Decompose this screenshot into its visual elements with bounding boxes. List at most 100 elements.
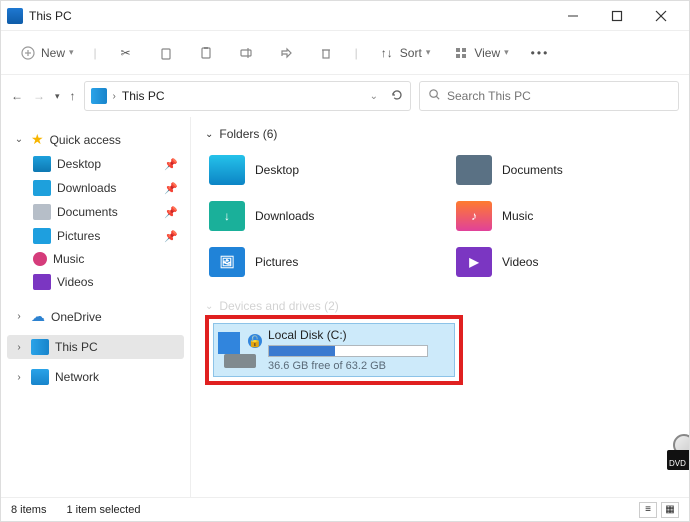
sidebar-item-documents[interactable]: Documents 📌 xyxy=(7,200,184,224)
chevron-down-icon: ▾ xyxy=(69,47,74,58)
network-icon xyxy=(31,369,49,385)
folder-tile-downloads[interactable]: ↓ Downloads xyxy=(205,197,428,235)
delete-button[interactable] xyxy=(309,40,343,66)
recent-locations-button[interactable]: ▾ xyxy=(55,91,60,102)
music-icon xyxy=(33,252,47,266)
status-selection-count: 1 item selected xyxy=(66,504,140,516)
paste-button[interactable] xyxy=(189,40,223,66)
pin-icon: 📌 xyxy=(164,182,178,195)
sidebar-item-label: Videos xyxy=(57,275,93,289)
documents-icon xyxy=(33,204,51,220)
sidebar-item-label: Quick access xyxy=(50,133,121,147)
chevron-down-icon[interactable]: ⌄ xyxy=(370,91,378,102)
main-pane: ⌄ Folders (6) Desktop Documents ↓ Downlo… xyxy=(191,117,689,497)
back-button[interactable]: ← xyxy=(11,89,23,103)
chevron-down-icon: ⌄ xyxy=(205,129,213,140)
copy-button[interactable] xyxy=(149,40,183,66)
sidebar-item-videos[interactable]: Videos xyxy=(7,270,184,294)
star-icon: ★ xyxy=(31,131,44,148)
more-icon: ••• xyxy=(531,46,550,60)
trash-icon xyxy=(317,44,335,62)
tiles-view-button[interactable]: ▦ xyxy=(661,502,679,518)
downloads-icon xyxy=(33,180,51,196)
app-icon xyxy=(7,8,23,24)
cloud-icon: ☁ xyxy=(31,308,45,325)
sidebar-item-downloads[interactable]: Downloads 📌 xyxy=(7,176,184,200)
tile-label: Desktop xyxy=(255,163,299,177)
title-bar: This PC xyxy=(1,1,689,31)
tile-label: Videos xyxy=(502,255,538,269)
rename-button[interactable] xyxy=(229,40,263,66)
sidebar-item-music[interactable]: Music xyxy=(7,248,184,270)
new-label: New xyxy=(41,46,65,60)
sidebar-item-label: Desktop xyxy=(57,157,101,171)
view-button[interactable]: View ▾ xyxy=(444,40,516,66)
view-icon xyxy=(452,44,470,62)
sidebar-item-this-pc[interactable]: › This PC xyxy=(7,335,184,359)
sidebar-item-onedrive[interactable]: › ☁ OneDrive xyxy=(7,304,184,329)
folder-tile-desktop[interactable]: Desktop xyxy=(205,151,428,189)
dvd-drive-icon: DVD xyxy=(661,434,685,470)
sidebar-item-desktop[interactable]: Desktop 📌 xyxy=(7,152,184,176)
sort-label: Sort xyxy=(400,46,422,60)
maximize-button[interactable] xyxy=(595,2,639,30)
sidebar-item-pictures[interactable]: Pictures 📌 xyxy=(7,224,184,248)
desktop-icon xyxy=(209,155,245,185)
folder-tile-videos[interactable]: ▶ Videos xyxy=(452,243,675,281)
search-icon xyxy=(428,88,441,104)
folder-tile-pictures[interactable]: 🖼 Pictures xyxy=(205,243,428,281)
pin-icon: 📌 xyxy=(164,158,178,171)
desktop-icon xyxy=(33,156,51,172)
new-button[interactable]: New ▾ xyxy=(11,40,82,66)
downloads-icon: ↓ xyxy=(209,201,245,231)
sidebar-item-label: OneDrive xyxy=(51,310,102,324)
pin-icon: 📌 xyxy=(164,206,178,219)
sort-button[interactable]: ↑↓ Sort ▾ xyxy=(370,40,439,66)
folder-tile-music[interactable]: ♪ Music xyxy=(452,197,675,235)
sidebar-item-label: Documents xyxy=(57,205,118,219)
copy-icon xyxy=(157,44,175,62)
chevron-down-icon: ⌄ xyxy=(205,301,213,312)
cut-button[interactable]: ✂ xyxy=(109,40,143,66)
group-label: Devices and drives (2) xyxy=(219,299,338,313)
chevron-right-icon: › xyxy=(13,311,25,322)
paste-icon xyxy=(197,44,215,62)
sidebar-item-label: Pictures xyxy=(57,229,100,243)
sidebar-item-quick-access[interactable]: ⌄ ★ Quick access xyxy=(7,127,184,152)
drive-free-text: 36.6 GB free of 63.2 GB xyxy=(268,360,450,372)
refresh-button[interactable] xyxy=(390,88,404,105)
folder-tile-documents[interactable]: Documents xyxy=(452,151,675,189)
group-header-folders[interactable]: ⌄ Folders (6) xyxy=(205,127,675,141)
minimize-button[interactable] xyxy=(551,2,595,30)
share-icon xyxy=(277,44,295,62)
forward-button[interactable]: → xyxy=(33,89,45,103)
tile-label: Documents xyxy=(502,163,563,177)
breadcrumb[interactable]: This PC xyxy=(122,89,364,103)
search-input[interactable] xyxy=(447,89,670,103)
drive-tile-dvd[interactable]: DVD DVD Drive (D:) xyxy=(661,431,689,473)
pictures-icon: 🖼 xyxy=(209,247,245,277)
chevron-down-icon: ⌄ xyxy=(13,134,25,145)
chevron-right-icon: › xyxy=(113,91,116,102)
group-header-devices[interactable]: ⌄ Devices and drives (2) xyxy=(205,299,675,313)
address-bar[interactable]: › This PC ⌄ xyxy=(84,81,411,111)
status-items-count: 8 items xyxy=(11,504,46,516)
chevron-down-icon: ▾ xyxy=(504,47,509,58)
share-button[interactable] xyxy=(269,40,303,66)
window-title: This PC xyxy=(29,9,72,23)
sidebar: ⌄ ★ Quick access Desktop 📌 Downloads 📌 D… xyxy=(1,117,191,497)
pc-icon xyxy=(31,339,49,355)
sidebar-item-network[interactable]: › Network xyxy=(7,365,184,389)
status-bar: 8 items 1 item selected ≡ ▦ xyxy=(1,497,689,521)
details-view-button[interactable]: ≡ xyxy=(639,502,657,518)
more-button[interactable]: ••• xyxy=(523,42,558,64)
up-button[interactable]: ↑ xyxy=(70,89,76,103)
sidebar-item-label: This PC xyxy=(55,340,98,354)
cut-icon: ✂ xyxy=(117,44,135,62)
documents-icon xyxy=(456,155,492,185)
highlighted-region: 🔓 Local Disk (C:) 36.6 GB free of 63.2 G… xyxy=(205,315,463,385)
close-button[interactable] xyxy=(639,2,683,30)
search-box[interactable] xyxy=(419,81,679,111)
tile-label: Music xyxy=(502,209,533,223)
drive-tile-local-disk[interactable]: 🔓 Local Disk (C:) 36.6 GB free of 63.2 G… xyxy=(213,323,455,377)
